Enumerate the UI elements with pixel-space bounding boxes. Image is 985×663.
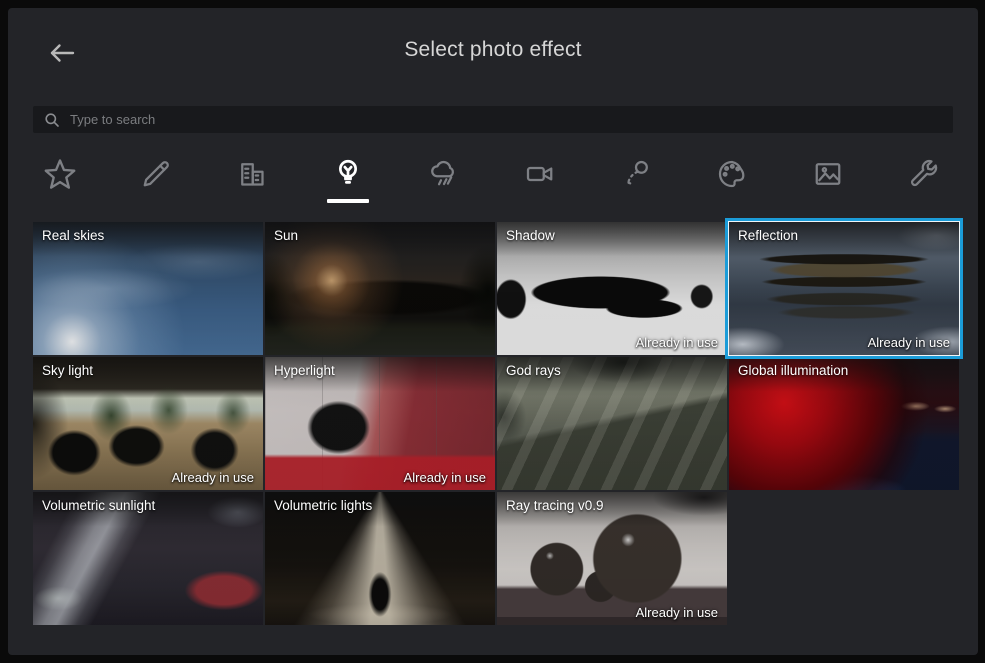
already-in-use-badge: Already in use <box>636 605 718 620</box>
tab-light[interactable] <box>300 148 396 210</box>
effect-label: Shadow <box>506 228 555 243</box>
app-frame: Select photo effect <box>0 0 985 663</box>
effect-label: God rays <box>506 363 561 378</box>
effect-label: Sun <box>274 228 298 243</box>
tab-favorites[interactable] <box>12 148 108 210</box>
already-in-use-badge: Already in use <box>636 335 718 350</box>
tab-image[interactable] <box>780 148 876 210</box>
effect-tile-sky-light[interactable]: Sky light Already in use <box>33 357 263 490</box>
tab-settings[interactable] <box>876 148 972 210</box>
pencil-icon <box>138 156 174 192</box>
wrench-icon <box>906 156 942 192</box>
effect-label: Reflection <box>738 228 798 243</box>
effect-tile-ray-tracing[interactable]: Ray tracing v0.9 Already in use <box>497 492 727 625</box>
effect-label: Ray tracing v0.9 <box>506 498 604 513</box>
effect-label: Real skies <box>42 228 104 243</box>
effect-tile-volumetric-lights[interactable]: Volumetric lights <box>265 492 495 625</box>
already-in-use-badge: Already in use <box>868 335 950 350</box>
select-photo-effect-dialog: Select photo effect <box>8 8 978 655</box>
effect-tile-hyperlight[interactable]: Hyperlight Already in use <box>265 357 495 490</box>
effect-tile-reflection[interactable]: Reflection Already in use <box>729 222 959 355</box>
search-input[interactable] <box>60 106 953 133</box>
tab-weather[interactable] <box>396 148 492 210</box>
lightbulb-icon <box>330 156 366 192</box>
search-bar <box>33 106 953 133</box>
rain-cloud-icon <box>426 156 462 192</box>
effect-tile-shadow[interactable]: Shadow Already in use <box>497 222 727 355</box>
effect-tile-sun[interactable]: Sun <box>265 222 495 355</box>
palette-icon <box>714 156 750 192</box>
effect-label: Volumetric lights <box>274 498 372 513</box>
effect-label: Global illumination <box>738 363 848 378</box>
video-camera-icon <box>522 156 558 192</box>
tab-scene[interactable] <box>204 148 300 210</box>
category-tabs <box>12 148 972 210</box>
selected-tab-underline <box>327 199 369 203</box>
picture-icon <box>810 156 846 192</box>
tab-color[interactable] <box>684 148 780 210</box>
effects-grid: Real skies Sun Shadow Already in use Ref… <box>33 222 961 625</box>
tab-sketch[interactable] <box>108 148 204 210</box>
effect-label: Volumetric sunlight <box>42 498 155 513</box>
effect-label: Hyperlight <box>274 363 335 378</box>
already-in-use-badge: Already in use <box>404 470 486 485</box>
already-in-use-badge: Already in use <box>172 470 254 485</box>
effect-label: Sky light <box>42 363 93 378</box>
effect-tile-volumetric-sunlight[interactable]: Volumetric sunlight <box>33 492 263 625</box>
effect-tile-global-illumination[interactable]: Global illumination <box>729 357 959 490</box>
effect-tile-real-skies[interactable]: Real skies <box>33 222 263 355</box>
tab-motion[interactable] <box>588 148 684 210</box>
effect-tile-god-rays[interactable]: God rays <box>497 357 727 490</box>
star-icon <box>41 156 79 194</box>
page-title: Select photo effect <box>8 38 978 62</box>
search-icon <box>44 112 60 128</box>
bouncing-ball-icon <box>618 156 654 192</box>
tab-camera[interactable] <box>492 148 588 210</box>
buildings-icon <box>234 156 270 192</box>
